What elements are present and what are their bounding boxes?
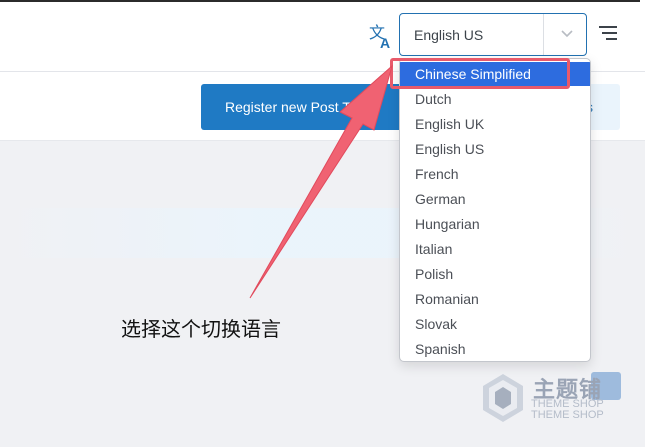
top-edge-line bbox=[0, 0, 640, 2]
select-divider bbox=[543, 14, 544, 55]
language-option[interactable]: English UK bbox=[400, 112, 590, 136]
language-option[interactable]: German bbox=[400, 187, 590, 211]
register-post-type-button[interactable]: Register new Post Type bbox=[201, 84, 416, 130]
language-option[interactable]: Hungarian bbox=[400, 212, 590, 236]
language-option[interactable]: Spanish bbox=[400, 337, 590, 361]
language-option[interactable]: Slovak bbox=[400, 312, 590, 336]
language-option[interactable]: Italian bbox=[400, 237, 590, 261]
menu-icon[interactable] bbox=[598, 24, 618, 42]
chevron-down-icon[interactable] bbox=[560, 29, 574, 39]
language-option[interactable]: French bbox=[400, 162, 590, 186]
watermark-subtext: THEME SHOP THEME SHOP bbox=[531, 399, 604, 421]
language-option[interactable]: Polish bbox=[400, 262, 590, 286]
language-option[interactable]: Dutch bbox=[400, 87, 590, 111]
language-select[interactable]: English US bbox=[399, 13, 587, 56]
watermark-subtext-line: THEME SHOP bbox=[531, 409, 604, 421]
language-dropdown-list: Chinese Simplified Dutch English UK Engl… bbox=[399, 58, 591, 362]
svg-text:A: A bbox=[380, 35, 390, 50]
language-option[interactable]: Romanian bbox=[400, 287, 590, 311]
translate-icon[interactable]: 文 A bbox=[368, 22, 396, 50]
annotation-caption: 选择这个切换语言 bbox=[121, 317, 281, 341]
language-select-value: English US bbox=[414, 27, 484, 43]
annotation-highlight-box bbox=[390, 58, 570, 89]
language-option[interactable]: English US bbox=[400, 137, 590, 161]
